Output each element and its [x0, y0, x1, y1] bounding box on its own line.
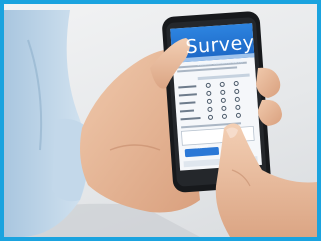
photo-frame: Survey Customer Satisfaction Survey Subm… [0, 0, 321, 241]
photo-scene [4, 10, 317, 237]
